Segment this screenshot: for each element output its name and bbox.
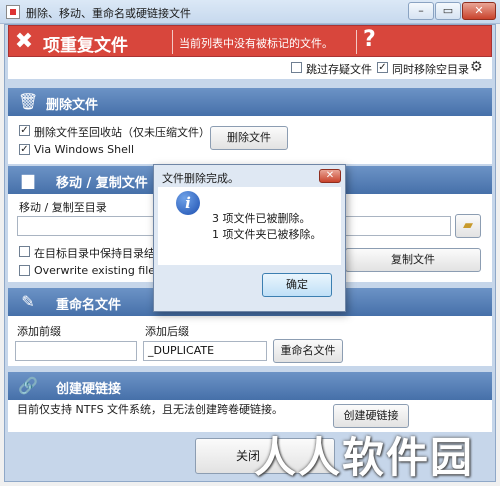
- copy-files-button[interactable]: 复制文件: [345, 248, 481, 272]
- close-x-icon: ✖: [14, 29, 34, 54]
- banner-divider: [172, 30, 173, 54]
- minimize-button[interactable]: –: [408, 2, 434, 20]
- delete-section-header: 🗑 删除文件: [8, 88, 492, 116]
- link-icon: 🔗: [18, 376, 38, 395]
- banner-divider-2: [356, 30, 357, 54]
- dialog-close-button[interactable]: ✕: [319, 169, 341, 183]
- overwrite-checkbox[interactable]: [19, 265, 30, 276]
- help-icon[interactable]: ?: [363, 27, 376, 52]
- trash-icon: 🗑: [18, 92, 39, 111]
- banner-status: 当前列表中没有被标记的文件。: [179, 37, 333, 50]
- delete-files-button[interactable]: 删除文件: [210, 126, 288, 150]
- ok-button[interactable]: 确定: [262, 273, 332, 297]
- hardlink-section-header: 🔗 创建硬链接: [8, 372, 492, 400]
- dialog-title: 文件删除完成。: [162, 172, 239, 185]
- keep-structure-label: 在目标目录中保持目录结构: [34, 247, 166, 260]
- windows-shell-checkbox[interactable]: ✓: [19, 144, 30, 155]
- hardlink-section-title: 创建硬链接: [56, 382, 122, 397]
- move-section-title: 移动 / 复制文件: [56, 176, 148, 191]
- recycle-bin-checkbox[interactable]: ✓: [19, 125, 30, 136]
- skip-suspicious-checkbox[interactable]: [291, 62, 302, 73]
- remove-empty-dirs-checkbox[interactable]: ✓: [377, 62, 388, 73]
- prefix-label: 添加前缀: [17, 325, 61, 338]
- title-bar: 删除、移动、重命名或硬链接文件 – ▭ ✕: [0, 0, 500, 24]
- window-title: 删除、移动、重命名或硬链接文件: [26, 7, 191, 20]
- suffix-label: 添加后缀: [145, 325, 189, 338]
- overwrite-label: Overwrite existing files: [34, 264, 161, 277]
- remove-empty-dirs-label: 同时移除空目录: [392, 63, 469, 76]
- gear-icon[interactable]: ⚙: [470, 59, 483, 75]
- delete-section-title: 删除文件: [46, 98, 99, 113]
- windows-shell-label: Via Windows Shell: [34, 143, 135, 156]
- target-dir-label: 移动 / 复制至目录: [19, 201, 107, 214]
- app-icon: [6, 5, 20, 19]
- folder-icon: ▆: [21, 170, 35, 189]
- dialog-message-1: 3 项文件已被删除。: [212, 212, 311, 225]
- banner: ✖ 项重复文件 当前列表中没有被标记的文件。 ?: [8, 25, 492, 57]
- skip-suspicious-label: 跳过存疑文件: [306, 63, 372, 76]
- keep-structure-checkbox[interactable]: [19, 246, 30, 257]
- info-icon: i: [176, 191, 200, 215]
- banner-title: 项重复文件: [43, 36, 128, 56]
- rename-files-button[interactable]: 重命名文件: [273, 339, 343, 363]
- hardlink-note: 目前仅支持 NTFS 文件系统，且无法创建跨卷硬链接。: [17, 403, 284, 416]
- completion-dialog: 文件删除完成。 ✕ i 3 项文件已被删除。 1 项文件夹已被移除。 确定: [153, 164, 346, 312]
- dialog-message-2: 1 项文件夹已被移除。: [212, 228, 322, 241]
- watermark: 人人软件园: [254, 433, 475, 482]
- maximize-button[interactable]: ▭: [435, 2, 461, 20]
- close-window-button[interactable]: ✕: [462, 2, 496, 20]
- prefix-input[interactable]: [15, 341, 137, 361]
- open-folder-icon: ▰: [463, 218, 473, 233]
- recycle-bin-label: 删除文件至回收站（仅未压缩文件）: [34, 126, 210, 139]
- pencil-icon: ✎: [21, 292, 35, 311]
- rename-section-title: 重命名文件: [56, 298, 122, 313]
- browse-folder-button[interactable]: ▰: [455, 214, 481, 238]
- suffix-input[interactable]: _DUPLICATE: [143, 341, 267, 361]
